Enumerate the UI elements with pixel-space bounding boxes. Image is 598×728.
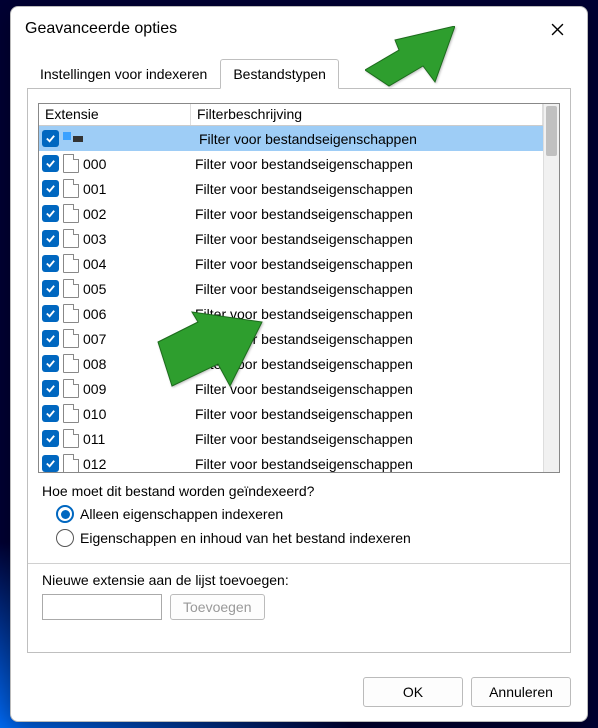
row-checkbox[interactable] [42, 380, 59, 397]
row-checkbox[interactable] [42, 355, 59, 372]
table-row[interactable]: 005Filter voor bestandseigenschappen [39, 276, 543, 301]
row-description: Filter voor bestandseigenschappen [187, 406, 413, 422]
row-checkbox[interactable] [42, 130, 59, 147]
radio-label: Eigenschappen en inhoud van het bestand … [80, 530, 411, 546]
file-icon [63, 304, 79, 323]
row-description: Filter voor bestandseigenschappen [187, 306, 413, 322]
desktop-icon [63, 132, 83, 146]
row-description: Filter voor bestandseigenschappen [187, 381, 413, 397]
file-icon [63, 204, 79, 223]
table-row[interactable]: 004Filter voor bestandseigenschappen [39, 251, 543, 276]
radio-properties-only[interactable]: Alleen eigenschappen indexeren [56, 505, 560, 523]
row-checkbox[interactable] [42, 230, 59, 247]
radio-icon [56, 529, 74, 547]
row-description: Filter voor bestandseigenschappen [187, 356, 413, 372]
row-extension: 009 [83, 381, 187, 397]
row-description: Filter voor bestandseigenschappen [187, 156, 413, 172]
close-icon [551, 23, 564, 36]
indexing-question-label: Hoe moet dit bestand worden geïndexeerd? [42, 483, 560, 499]
column-extension-header[interactable]: Extensie [39, 104, 191, 125]
row-extension: 002 [83, 206, 187, 222]
row-extension: 007 [83, 331, 187, 347]
new-extension-input[interactable] [42, 594, 162, 620]
table-row[interactable]: 003Filter voor bestandseigenschappen [39, 226, 543, 251]
row-description: Filter voor bestandseigenschappen [187, 456, 413, 472]
cancel-button[interactable]: Annuleren [471, 677, 571, 707]
file-icon [63, 404, 79, 423]
file-icon [63, 254, 79, 273]
row-extension: 012 [83, 456, 187, 472]
row-checkbox[interactable] [42, 280, 59, 297]
window-title: Geavanceerde opties [25, 20, 541, 38]
list-scrollbar[interactable] [543, 104, 559, 472]
divider [28, 563, 570, 564]
row-extension: 006 [83, 306, 187, 322]
row-extension: 005 [83, 281, 187, 297]
row-checkbox[interactable] [42, 255, 59, 272]
table-row[interactable]: 009Filter voor bestandseigenschappen [39, 376, 543, 401]
row-extension: 003 [83, 231, 187, 247]
add-extension-label: Nieuwe extensie aan de lijst toevoegen: [42, 572, 560, 588]
row-description: Filter voor bestandseigenschappen [187, 431, 413, 447]
table-row[interactable]: Filter voor bestandseigenschappen [39, 126, 543, 151]
table-row[interactable]: 012Filter voor bestandseigenschappen [39, 451, 543, 472]
file-icon [63, 379, 79, 398]
file-icon [63, 179, 79, 198]
row-description: Filter voor bestandseigenschappen [187, 281, 413, 297]
radio-label: Alleen eigenschappen indexeren [80, 506, 283, 522]
row-checkbox[interactable] [42, 155, 59, 172]
row-checkbox[interactable] [42, 455, 59, 472]
table-row[interactable]: 000Filter voor bestandseigenschappen [39, 151, 543, 176]
row-extension: 000 [83, 156, 187, 172]
row-description: Filter voor bestandseigenschappen [191, 131, 417, 147]
row-description: Filter voor bestandseigenschappen [187, 331, 413, 347]
table-row[interactable]: 001Filter voor bestandseigenschappen [39, 176, 543, 201]
file-icon [63, 454, 79, 472]
file-types-list[interactable]: Extensie Filterbeschrijving Filter voor … [38, 103, 560, 473]
column-description-header[interactable]: Filterbeschrijving [191, 104, 543, 125]
radio-properties-and-content[interactable]: Eigenschappen en inhoud van het bestand … [56, 529, 560, 547]
row-extension: 011 [83, 431, 187, 447]
row-extension: 001 [83, 181, 187, 197]
file-icon [63, 154, 79, 173]
table-row[interactable]: 008Filter voor bestandseigenschappen [39, 351, 543, 376]
file-icon [63, 229, 79, 248]
row-checkbox[interactable] [42, 205, 59, 222]
table-row[interactable]: 006Filter voor bestandseigenschappen [39, 301, 543, 326]
row-extension: 004 [83, 256, 187, 272]
tab-indexing-settings[interactable]: Instellingen voor indexeren [27, 59, 220, 89]
row-checkbox[interactable] [42, 180, 59, 197]
radio-icon [56, 505, 74, 523]
table-row[interactable]: 002Filter voor bestandseigenschappen [39, 201, 543, 226]
add-extension-button[interactable]: Toevoegen [170, 594, 265, 620]
row-checkbox[interactable] [42, 305, 59, 322]
row-extension: 008 [83, 356, 187, 372]
row-description: Filter voor bestandseigenschappen [187, 206, 413, 222]
row-description: Filter voor bestandseigenschappen [187, 231, 413, 247]
table-row[interactable]: 010Filter voor bestandseigenschappen [39, 401, 543, 426]
tab-row: Instellingen voor indexeren Bestandstype… [27, 59, 571, 89]
tab-file-types[interactable]: Bestandstypen [220, 59, 339, 89]
table-row[interactable]: 011Filter voor bestandseigenschappen [39, 426, 543, 451]
row-extension: 010 [83, 406, 187, 422]
file-types-panel: Extensie Filterbeschrijving Filter voor … [27, 89, 571, 653]
row-checkbox[interactable] [42, 330, 59, 347]
file-icon [63, 429, 79, 448]
file-icon [63, 354, 79, 373]
table-row[interactable]: 007Filter voor bestandseigenschappen [39, 326, 543, 351]
row-checkbox[interactable] [42, 430, 59, 447]
ok-button[interactable]: OK [363, 677, 463, 707]
close-button[interactable] [541, 15, 573, 43]
file-icon [63, 279, 79, 298]
row-description: Filter voor bestandseigenschappen [187, 256, 413, 272]
scrollbar-thumb[interactable] [546, 106, 557, 156]
file-icon [63, 329, 79, 348]
row-description: Filter voor bestandseigenschappen [187, 181, 413, 197]
row-checkbox[interactable] [42, 405, 59, 422]
advanced-options-dialog: Geavanceerde opties Instellingen voor in… [10, 6, 588, 722]
